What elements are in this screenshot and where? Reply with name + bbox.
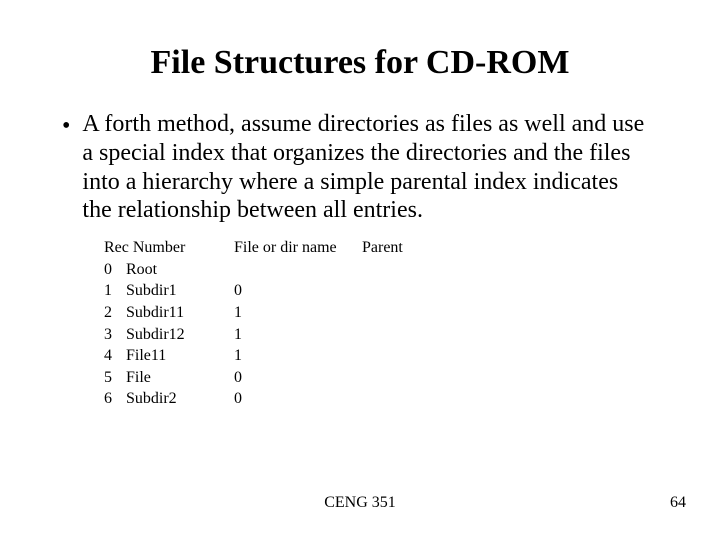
bullet-text: A forth method, assume directories as fi… — [82, 110, 646, 225]
cell-parent: 1 — [234, 345, 354, 367]
cell-rec: 3 — [104, 324, 126, 346]
table-row: 0 Root — [104, 259, 670, 281]
table-row: 3 Subdir12 1 — [104, 324, 670, 346]
header-parent: Parent — [362, 237, 482, 259]
cell-name: Subdir11 — [126, 302, 234, 324]
table-row: 1 Subdir1 0 — [104, 280, 670, 302]
table-row: 4 File11 1 — [104, 345, 670, 367]
cell-rec: 0 — [104, 259, 126, 281]
cell-parent: 0 — [234, 367, 354, 389]
table-header-row: Rec Number File or dir name Parent — [104, 237, 670, 259]
cell-parent: 1 — [234, 324, 354, 346]
slide: File Structures for CD-ROM • A forth met… — [0, 0, 720, 540]
footer-page-number: 64 — [670, 494, 686, 512]
footer-course: CENG 351 — [0, 494, 720, 512]
header-rec-number: Rec Number — [104, 237, 234, 259]
cell-parent: 0 — [234, 388, 354, 410]
cell-rec: 5 — [104, 367, 126, 389]
cell-name: Subdir12 — [126, 324, 234, 346]
cell-parent: 0 — [234, 280, 354, 302]
index-table: Rec Number File or dir name Parent 0 Roo… — [104, 237, 670, 410]
table-row: 2 Subdir11 1 — [104, 302, 670, 324]
cell-name: File — [126, 367, 234, 389]
cell-name: Subdir2 — [126, 388, 234, 410]
cell-name: Subdir1 — [126, 280, 234, 302]
cell-parent — [234, 259, 354, 281]
table-row: 5 File 0 — [104, 367, 670, 389]
bullet-item: • A forth method, assume directories as … — [50, 110, 670, 225]
cell-rec: 4 — [104, 345, 126, 367]
cell-rec: 6 — [104, 388, 126, 410]
cell-name: File11 — [126, 345, 234, 367]
table-row: 6 Subdir2 0 — [104, 388, 670, 410]
cell-rec: 2 — [104, 302, 126, 324]
slide-title: File Structures for CD-ROM — [50, 44, 670, 82]
cell-parent: 1 — [234, 302, 354, 324]
cell-rec: 1 — [104, 280, 126, 302]
cell-name: Root — [126, 259, 234, 281]
bullet-marker: • — [62, 112, 70, 141]
header-file-or-dir: File or dir name — [234, 237, 362, 259]
